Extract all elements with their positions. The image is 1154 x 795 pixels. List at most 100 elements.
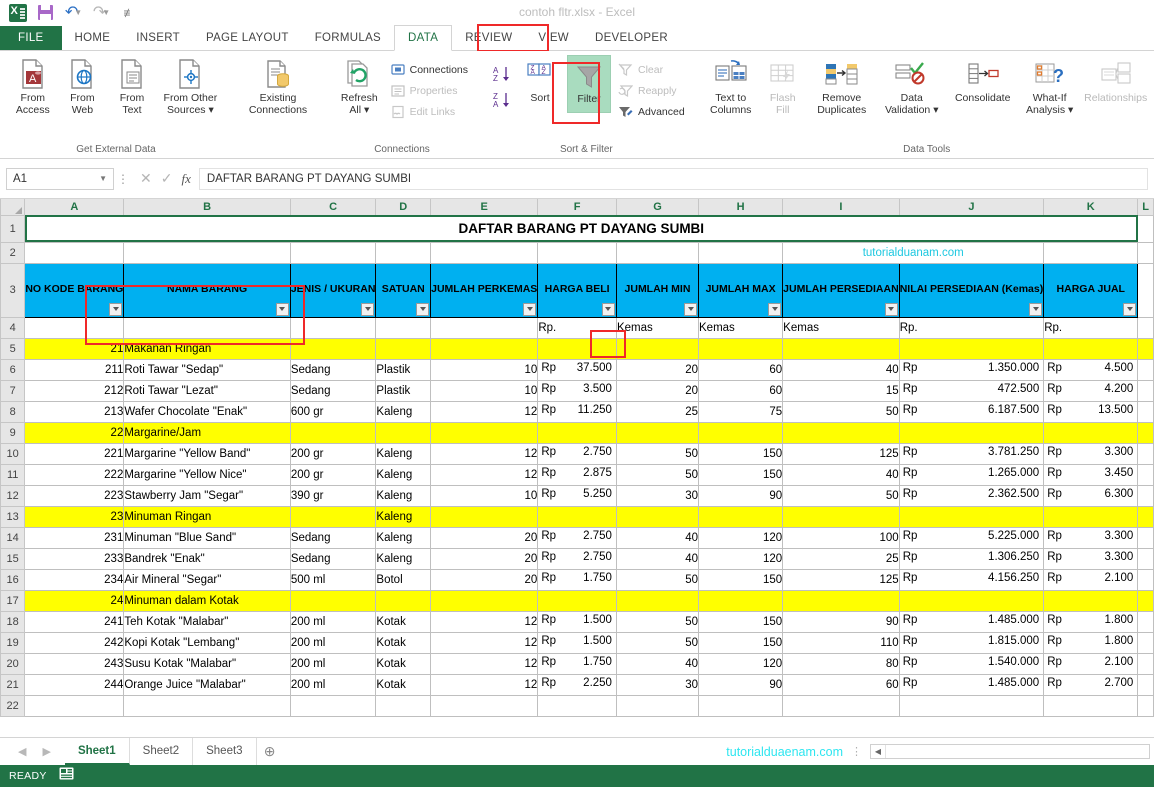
cell-jumlah-min-21[interactable]: 30 (615, 673, 700, 696)
cell-jenis-ukuran-18[interactable]: 200 ml (289, 610, 377, 633)
cell-nilai-persediaan-17[interactable] (898, 589, 1045, 612)
cell-nama-barang-20[interactable]: Susu Kotak "Malabar" (123, 652, 291, 675)
cell-harga-beli-14[interactable]: Rp 2.750 (537, 526, 617, 549)
cell-harga-jual-5[interactable] (1043, 337, 1139, 360)
cell-kode-15[interactable]: 233 (24, 547, 125, 570)
cell-jumlah-max-10[interactable]: 150 (698, 442, 784, 465)
cell-satuan-19[interactable]: Kotak (375, 631, 432, 654)
cell-nilai-persediaan-10[interactable]: Rp 3.781.250 (898, 442, 1045, 465)
cell-kode-12[interactable]: 223 (24, 484, 125, 507)
cell-kode-11[interactable]: 222 (24, 463, 125, 486)
cell-jumlah-perkemas-18[interactable]: 12 (430, 610, 539, 633)
name-box-chevron-down-icon[interactable]: ▼ (99, 174, 107, 183)
cell-nama-barang-16[interactable]: Air Mineral "Segar" (123, 568, 291, 591)
cell-jumlah-persediaan-17[interactable] (782, 589, 900, 612)
cell-jumlah-perkemas-21[interactable]: 12 (430, 673, 539, 696)
cell-harga-jual-15[interactable]: Rp 3.300 (1043, 547, 1139, 570)
from-text-button[interactable]: From Text (107, 55, 157, 116)
cell-jumlah-min-9[interactable] (615, 421, 700, 444)
cell-harga-jual-20[interactable]: Rp 2.100 (1043, 652, 1139, 675)
cell-jumlah-min-6[interactable]: 20 (615, 358, 700, 381)
table-row[interactable]: 17 24 Minuman dalam Kotak (0, 589, 1154, 612)
column-header-I[interactable]: I (782, 199, 900, 216)
column-header-L[interactable]: L (1137, 199, 1154, 216)
cell-K2[interactable] (1043, 241, 1139, 264)
sort-ascending-button[interactable]: AZ (488, 61, 516, 87)
cell-harga-beli-12[interactable]: Rp 5.250 (537, 484, 617, 507)
cell-L-21[interactable] (1137, 673, 1154, 696)
cell-jumlah-max-21[interactable]: 90 (698, 673, 784, 696)
cell-jenis-ukuran-12[interactable]: 390 gr (289, 484, 377, 507)
column-header-C[interactable]: C (289, 199, 377, 216)
row-header-9[interactable]: 9 (0, 421, 26, 444)
cell-harga-beli-11[interactable]: Rp 2.875 (537, 463, 617, 486)
properties-button[interactable]: Properties (387, 80, 472, 101)
cell-kode-6[interactable]: 211 (24, 358, 125, 381)
row-header-10[interactable]: 10 (0, 442, 26, 465)
cell-satuan-15[interactable]: Kaleng (375, 547, 432, 570)
sheet-table[interactable]: A B C D E F G H I J K L 1 DAFTAR BARANG … (0, 199, 1154, 717)
cell-jumlah-perkemas-11[interactable]: 12 (430, 463, 539, 486)
cell-harga-jual-10[interactable]: Rp 3.300 (1043, 442, 1139, 465)
cell-jumlah-persediaan-12[interactable]: 50 (782, 484, 900, 507)
cell-harga-beli-6[interactable]: Rp 37.500 (537, 358, 617, 381)
cell-L-12[interactable] (1137, 484, 1154, 507)
cell-L-17[interactable] (1137, 589, 1154, 612)
flash-fill-button[interactable]: Flash Fill (761, 55, 805, 116)
filter-dropdown-i[interactable] (884, 302, 898, 316)
cell-satuan-8[interactable]: Kaleng (375, 400, 432, 423)
cell-jumlah-min-15[interactable]: 40 (615, 547, 700, 570)
cancel-icon[interactable]: ✕ (140, 170, 152, 187)
table-row[interactable]: 15 233 Bandrek "Enak" Sedang Kaleng 20 Rp 2.750… (0, 547, 1154, 570)
cell-jumlah-min-20[interactable]: 40 (615, 652, 700, 675)
cell-jumlah-max-9[interactable] (698, 421, 784, 444)
tab-formulas[interactable]: FORMULAS (302, 26, 394, 51)
enter-icon[interactable]: ✓ (161, 170, 173, 187)
table-row[interactable]: 21 244 Orange Juice "Malabar" 200 ml Kotak 12… (0, 673, 1154, 696)
cell-L-9[interactable] (1137, 421, 1154, 444)
cell-jenis-ukuran-6[interactable]: Sedang (289, 358, 377, 381)
row-header-1[interactable]: 1 (0, 214, 26, 243)
cell-row22-4[interactable] (430, 694, 539, 717)
cell-jumlah-min-19[interactable]: 50 (615, 631, 700, 654)
cell-nama-barang-13[interactable]: Minuman Ringan (123, 505, 291, 528)
cell-jenis-ukuran-20[interactable]: 200 ml (289, 652, 377, 675)
cell-L-8[interactable] (1137, 400, 1154, 423)
cell-jenis-ukuran-11[interactable]: 200 gr (289, 463, 377, 486)
column-header-G[interactable]: G (615, 199, 700, 216)
sheet-row-2[interactable]: 2 tutorialduanam.com (0, 241, 1154, 264)
row-header-14[interactable]: 14 (0, 526, 26, 549)
cell-harga-beli-13[interactable] (537, 505, 617, 528)
cell-row22-10[interactable] (1043, 694, 1139, 717)
cell-kode-19[interactable]: 242 (24, 631, 125, 654)
cell-L-15[interactable] (1137, 547, 1154, 570)
cell-harga-beli-17[interactable] (537, 589, 617, 612)
cell-jumlah-perkemas-7[interactable]: 10 (430, 379, 539, 402)
cell-jumlah-persediaan-8[interactable]: 50 (782, 400, 900, 423)
formula-input[interactable]: DAFTAR BARANG PT DAYANG SUMBI (198, 167, 1148, 190)
filter-dropdown-c[interactable] (361, 302, 375, 316)
cell-D2[interactable] (375, 241, 432, 264)
cell-harga-jual-14[interactable]: Rp 3.300 (1043, 526, 1139, 549)
table-row[interactable]: 12 223 Stawberry Jam "Segar" 390 gr Kaleng 10… (0, 484, 1154, 507)
cell-satuan-20[interactable]: Kotak (375, 652, 432, 675)
cell-L1[interactable] (1137, 214, 1154, 243)
table-row[interactable]: 9 22 Margarine/Jam (0, 421, 1154, 444)
cell-kode-20[interactable]: 243 (24, 652, 125, 675)
cell-jumlah-max-8[interactable]: 75 (698, 400, 784, 423)
cell-row22-2[interactable] (289, 694, 377, 717)
cell-jumlah-min-7[interactable]: 20 (615, 379, 700, 402)
next-sheet-icon[interactable]: ▶ (42, 745, 50, 758)
cell-L-6[interactable] (1137, 358, 1154, 381)
cell-nilai-persediaan-21[interactable]: Rp 1.485.000 (898, 673, 1045, 696)
cell-kode-7[interactable]: 212 (24, 379, 125, 402)
column-header-F[interactable]: F (537, 199, 617, 216)
header-cell-jumlah-persediaan[interactable]: JUMLAH PERSEDIAAN (782, 262, 900, 318)
filter-dropdown-e[interactable] (523, 302, 537, 316)
table-row[interactable]: 11 222 Margarine "Yellow Nice" 200 gr Kaleng… (0, 463, 1154, 486)
cell-row22-6[interactable] (615, 694, 700, 717)
cell-jumlah-max-6[interactable]: 60 (698, 358, 784, 381)
table-row[interactable]: 16 234 Air Mineral "Segar" 500 ml Botol 20 Rp 1… (0, 568, 1154, 591)
cell-harga-beli-16[interactable]: Rp 1.750 (537, 568, 617, 591)
row-header-15[interactable]: 15 (0, 547, 26, 570)
